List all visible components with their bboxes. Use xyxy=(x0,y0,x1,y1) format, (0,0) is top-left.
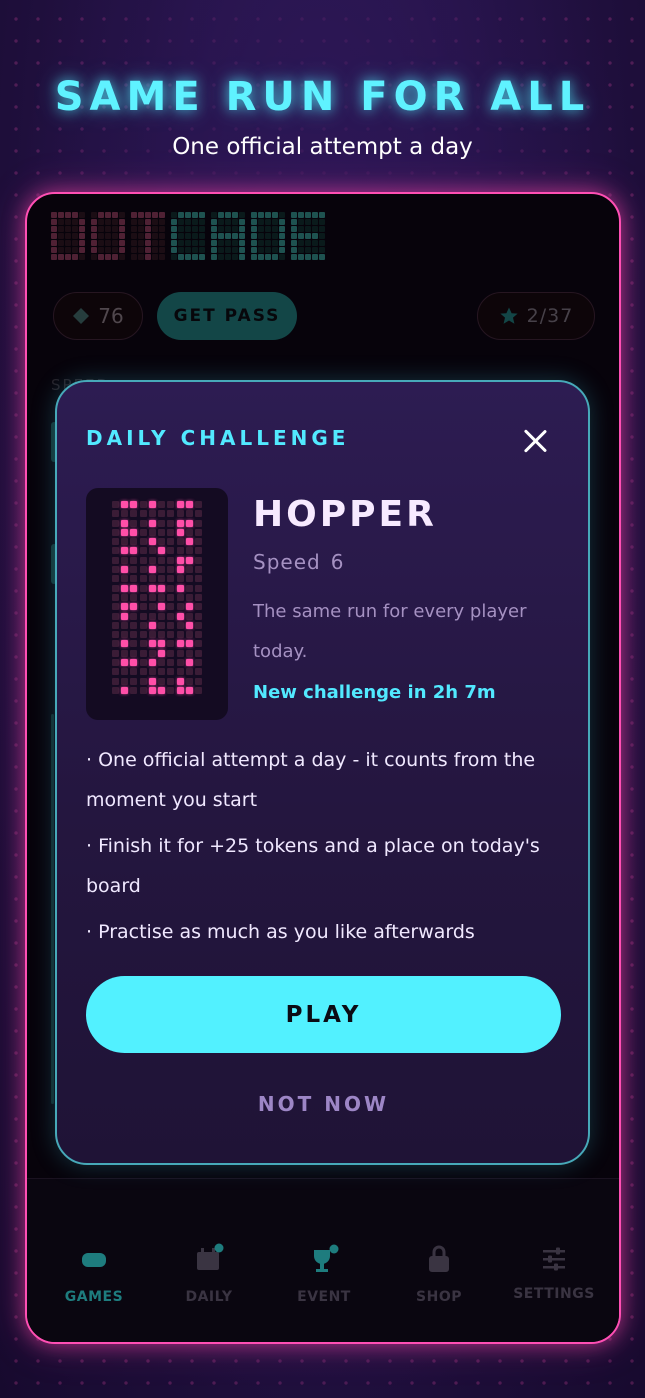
nav-label: GAMES xyxy=(64,1289,124,1305)
rules-list: · One official attempt a day - it counts… xyxy=(86,740,556,958)
nav-item-daily[interactable]: DAILY xyxy=(154,1239,264,1305)
nav-label: SETTINGS xyxy=(513,1286,595,1302)
speed-value: 6 xyxy=(330,550,345,574)
game-description: The same run for every player today. xyxy=(253,601,527,662)
nav-label: DAILY xyxy=(185,1289,233,1305)
nav-label: EVENT xyxy=(297,1289,351,1305)
nav-item-shop[interactable]: SHOP xyxy=(384,1239,494,1305)
game-name: HOPPER xyxy=(253,494,437,535)
modal-title: DAILY CHALLENGE xyxy=(86,426,350,450)
close-icon[interactable] xyxy=(522,428,548,454)
daily-challenge-modal: DAILY CHALLENGE HOPPER Speed 6 The same r… xyxy=(55,380,590,1165)
bottom-nav: GAMES DAILY EVENT SHOP SETTINGS xyxy=(27,1178,619,1342)
nav-label: SHOP xyxy=(416,1289,462,1305)
calendar-icon xyxy=(197,1243,224,1270)
promo-subhead: One official attempt a day xyxy=(172,134,473,160)
play-button[interactable]: PLAY xyxy=(86,976,561,1053)
speed-info: Speed 6 xyxy=(253,550,344,574)
nav-item-settings[interactable]: SETTINGS xyxy=(499,1239,609,1302)
not-now-button[interactable]: NOT NOW xyxy=(86,1092,561,1116)
rule-item: · One official attempt a day - it counts… xyxy=(86,749,536,811)
rule-item: · Finish it for +25 tokens and a place o… xyxy=(86,835,540,897)
gamepad-icon xyxy=(82,1253,106,1267)
bag-icon xyxy=(429,1245,449,1272)
nav-item-games[interactable]: GAMES xyxy=(39,1239,149,1305)
speed-label: Speed xyxy=(253,550,321,574)
game-thumbnail xyxy=(86,488,228,720)
sliders-icon xyxy=(543,1247,565,1271)
trophy-icon xyxy=(314,1244,339,1272)
challenge-timer: New challenge in 2h 7m xyxy=(253,682,496,703)
rule-item: · Practise as much as you like afterward… xyxy=(86,921,475,943)
nav-item-event[interactable]: EVENT xyxy=(269,1239,379,1305)
promo-headline: SAME RUN FOR ALL xyxy=(54,74,591,120)
